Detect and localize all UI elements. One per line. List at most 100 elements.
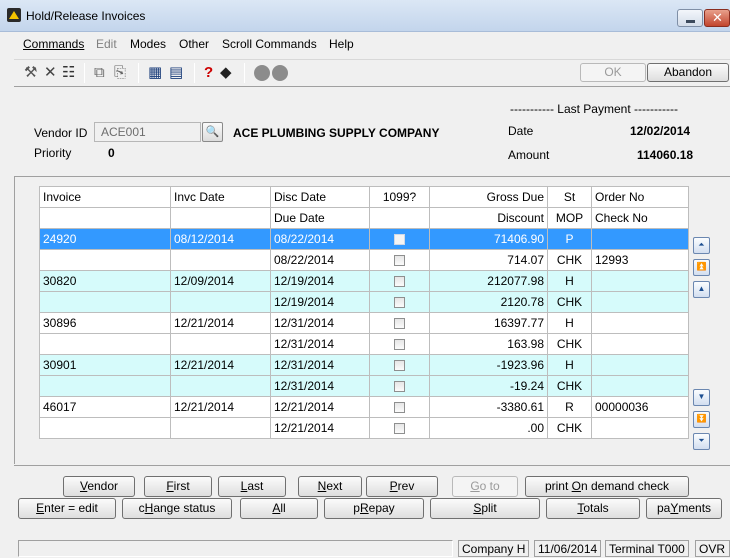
tools-icon[interactable]: ⚒: [24, 64, 37, 82]
scroll-top-button[interactable]: ⏶: [693, 237, 710, 254]
last-button[interactable]: Last: [218, 476, 286, 497]
menu-scroll-commands[interactable]: Scroll Commands: [222, 37, 317, 51]
stop-icon[interactable]: [272, 65, 288, 81]
cell-1099: [369, 417, 430, 439]
cell-invoice: [39, 291, 171, 313]
cell-order-no: [591, 333, 689, 355]
first-button[interactable]: First: [144, 476, 212, 497]
table-row[interactable]: 12/31/2014 163.98 CHK: [39, 333, 689, 355]
button-label-suffix: endor: [87, 479, 119, 493]
button-label-suffix: rev: [397, 479, 415, 493]
abandon-button[interactable]: Abandon: [647, 63, 729, 82]
scroll-down-button[interactable]: ▼: [693, 389, 710, 406]
ok-button[interactable]: OK: [580, 63, 646, 82]
1099-checkbox[interactable]: [394, 339, 405, 351]
vendor-id-input[interactable]: ACE001: [94, 122, 201, 142]
menu-other[interactable]: Other: [179, 37, 209, 51]
cell-status: MOP: [547, 207, 592, 229]
1099-checkbox[interactable]: [394, 360, 405, 372]
vendor-button[interactable]: Vendor: [63, 476, 135, 497]
scroll-page-down-button[interactable]: ⏬: [693, 411, 710, 428]
table-row[interactable]: 12/19/2014 2120.78 CHK: [39, 291, 689, 313]
calculator-icon[interactable]: ▦: [148, 64, 162, 82]
button-label-prefix: p: [353, 501, 360, 515]
1099-checkbox[interactable]: [394, 381, 405, 393]
totals-button[interactable]: Totals: [546, 498, 640, 519]
menu-help[interactable]: Help: [329, 37, 354, 51]
calendar-icon[interactable]: ▤: [169, 64, 183, 82]
prepay-button[interactable]: pRepay: [324, 498, 424, 519]
cell-disc-date: 08/22/2014: [270, 228, 370, 250]
invoice-grid: Invoice Invc Date Disc Date 1099? Gross Due S…: [39, 186, 689, 439]
cell-invc-date: 08/12/2014: [170, 228, 271, 250]
delete-icon[interactable]: ✕: [44, 64, 57, 82]
menu-commands[interactable]: Commands: [23, 37, 84, 51]
cell-invc-date: [170, 249, 271, 271]
enter-edit-button[interactable]: Enter = edit: [18, 498, 116, 519]
table-row[interactable]: 30896 12/21/2014 12/31/2014 16397.77 H: [39, 312, 689, 334]
table-row[interactable]: 30820 12/09/2014 12/19/2014 212077.98 H: [39, 270, 689, 292]
cell-1099: [369, 354, 430, 376]
table-row[interactable]: 30901 12/21/2014 12/31/2014 -1923.96 H: [39, 354, 689, 376]
close-button[interactable]: [704, 9, 730, 27]
record-icon[interactable]: [254, 65, 270, 81]
1099-checkbox[interactable]: [394, 318, 405, 330]
print-on-demand-check-button[interactable]: print On demand check: [525, 476, 689, 497]
cell-invc-date: [170, 417, 271, 439]
next-button[interactable]: Next: [298, 476, 362, 497]
cell-gross-due: 212077.98: [429, 270, 548, 292]
scroll-bottom-button[interactable]: ⏷: [693, 433, 710, 450]
cell-gross-due: Discount: [429, 207, 548, 229]
change-status-button[interactable]: cHange status: [122, 498, 232, 519]
table-row[interactable]: 24920 08/12/2014 08/22/2014 71406.90 P: [39, 228, 689, 250]
scroll-up-button[interactable]: ▲: [693, 281, 710, 298]
1099-checkbox[interactable]: [394, 255, 405, 267]
menu-bar: Commands Edit Modes Other Scroll Command…: [0, 34, 730, 54]
minimize-button[interactable]: [677, 9, 703, 27]
table-row[interactable]: 46017 12/21/2014 12/21/2014 -3380.61 R 000000…: [39, 396, 689, 418]
go-to-button[interactable]: Go to: [452, 476, 518, 497]
book-icon[interactable]: ◆: [220, 64, 232, 82]
cell-order-no: 00000036: [591, 396, 689, 418]
cell-disc-date: 12/31/2014: [270, 312, 370, 334]
scroll-page-up-button[interactable]: ⏫: [693, 259, 710, 276]
last-payment-amount-value: 114060.18: [637, 148, 694, 162]
help-icon[interactable]: ?: [204, 64, 213, 82]
1099-checkbox[interactable]: [394, 297, 405, 309]
table-row[interactable]: 08/22/2014 714.07 CHK 12993: [39, 249, 689, 271]
cell-order-no: 12993: [591, 249, 689, 271]
status-mode: OVR: [695, 540, 730, 557]
cell-invc-date: [170, 291, 271, 313]
copy-icon[interactable]: ⧉: [94, 64, 105, 82]
table-row[interactable]: 12/21/2014 .00 CHK: [39, 417, 689, 439]
cell-invoice: 30896: [39, 312, 171, 334]
cell-disc-date: 12/19/2014: [270, 270, 370, 292]
cell-order-no: [591, 375, 689, 397]
1099-checkbox[interactable]: [394, 276, 405, 288]
cell-gross-due: .00: [429, 417, 548, 439]
last-payment-heading: ----------- Last Payment -----------: [510, 102, 678, 116]
cell-1099: 1099?: [369, 186, 430, 208]
1099-checkbox[interactable]: [394, 423, 405, 435]
paste-icon[interactable]: ⎘: [114, 64, 126, 82]
menu-edit[interactable]: Edit: [96, 37, 117, 51]
grid-header-row[interactable]: Due Date Discount MOP Check No: [39, 207, 689, 229]
button-label-suffix: n demand check: [580, 479, 670, 493]
1099-checkbox[interactable]: [394, 234, 405, 246]
cell-status: CHK: [547, 417, 592, 439]
prev-button[interactable]: Prev: [366, 476, 438, 497]
grid-header-row[interactable]: Invoice Invc Date Disc Date 1099? Gross Due S…: [39, 186, 689, 208]
button-label-suffix: irst: [173, 479, 190, 493]
all-button[interactable]: All: [240, 498, 318, 519]
button-label-suffix: epay: [368, 501, 395, 515]
list-icon[interactable]: ☷: [62, 64, 75, 82]
menu-modes[interactable]: Modes: [130, 37, 166, 51]
table-row[interactable]: 12/31/2014 -19.24 CHK: [39, 375, 689, 397]
vendor-lookup-button[interactable]: 🔍: [202, 122, 223, 142]
split-button[interactable]: Split: [430, 498, 540, 519]
cell-invoice: 24920: [39, 228, 171, 250]
cell-order-no: [591, 291, 689, 313]
button-label-suffix: plit: [481, 501, 497, 515]
1099-checkbox[interactable]: [394, 402, 405, 414]
payments-button[interactable]: paYments: [646, 498, 722, 519]
